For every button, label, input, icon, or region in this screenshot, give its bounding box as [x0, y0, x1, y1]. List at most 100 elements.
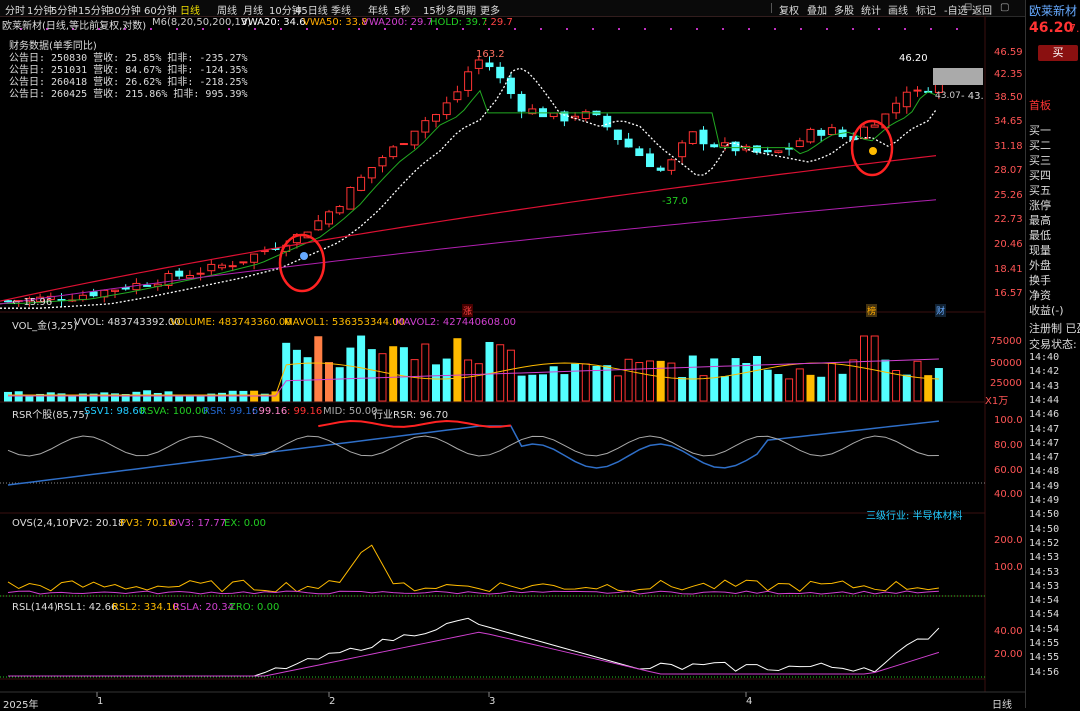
tab-10[interactable]: 45日线 [295, 2, 328, 17]
quote-row-0: 买一 [1029, 124, 1051, 137]
volume-bar [346, 347, 355, 402]
buy-button[interactable]: 买 [1038, 45, 1078, 61]
volume-bar [870, 335, 879, 402]
candle-body [346, 187, 355, 210]
marker-zhang[interactable]: 涨 [462, 304, 474, 317]
rsr-industry: 三级行业: 半导体材料 [866, 511, 963, 522]
signal-dot [254, 28, 256, 30]
stock-change: 7.3 [1069, 22, 1080, 35]
candle-body [678, 142, 687, 158]
tab-3[interactable]: 15分钟 [78, 2, 111, 17]
signal-dot [176, 28, 178, 30]
volume-bar [742, 362, 751, 402]
price-tick: 18.41 [994, 264, 1023, 275]
price-tick: 34.65 [994, 116, 1023, 127]
xaxis-label: 1 [97, 696, 104, 707]
signal-dot [618, 28, 620, 30]
candle-body [624, 138, 633, 148]
volume-bar [528, 374, 537, 402]
toolbar-button-3[interactable]: 统计 [861, 2, 881, 17]
signal-dot [228, 28, 230, 30]
signal-dot [410, 28, 412, 30]
tab-4[interactable]: 30分钟 [108, 2, 141, 17]
candle-body [239, 261, 248, 264]
limit-tag: 首板 [1029, 99, 1051, 112]
signal-dot [644, 28, 646, 30]
tick-time-21: 14:55 [1029, 652, 1060, 664]
tab-1[interactable]: 1分钟 [27, 2, 53, 17]
rsr-rsr3: : 99.16 [287, 406, 323, 417]
signal-dot [930, 28, 932, 30]
rsl-zro: ZRO: 0.00 [229, 602, 280, 613]
signal-dot [956, 28, 958, 30]
tab-13[interactable]: 5秒 [394, 2, 410, 17]
toolbar-button-7[interactable]: 返回 [972, 2, 992, 17]
tab-8[interactable]: 月线 [243, 2, 263, 17]
signal-dot [904, 28, 906, 30]
rsr-line [7, 420, 939, 486]
volume-bar [785, 378, 794, 402]
rsr-ind: 行业RSR: 96.70 [373, 410, 449, 421]
xaxis-label: 2025年 [3, 700, 39, 711]
candle-body [432, 114, 440, 122]
rsr-tick: 60.00 [994, 465, 1023, 476]
volume-bar [517, 375, 526, 402]
quote-row-14: 交易状态: 间 [1029, 338, 1080, 351]
vol-mavol1: MAVOL1: 536353344.00 [284, 317, 406, 328]
signal-dot [566, 28, 568, 30]
volume-bar [646, 360, 654, 402]
tab-15[interactable]: 多周期 [446, 2, 476, 17]
tab-0[interactable]: 分时 [5, 2, 25, 17]
candle-body [496, 66, 505, 79]
quote-row-6: 最高 [1029, 214, 1051, 227]
candle-body [175, 270, 184, 277]
tab-2[interactable]: 5分钟 [51, 2, 77, 17]
window-icon-1[interactable]: ⊟ [964, 2, 972, 13]
period-toolbar: 分时 1分钟 5分钟 15分钟 30分钟 60分钟 日线 周线 月线 10分钟 45日线 季线 年线 5秒… [0, 0, 1080, 17]
marker-cai[interactable]: 财 [935, 304, 947, 317]
candle-body [870, 124, 879, 128]
signal-dot [488, 28, 490, 30]
candle-body [688, 131, 697, 144]
volume-bar [635, 362, 644, 402]
volume-bar [571, 363, 580, 402]
volume-bar [731, 358, 740, 402]
toolbar-button-1[interactable]: 叠加 [807, 2, 827, 17]
tab-14[interactable]: 15秒 [423, 2, 446, 17]
mavol1-line [8, 362, 939, 396]
volume-bar [4, 391, 12, 402]
candle-body [485, 62, 494, 68]
rsl-tick: 40.00 [994, 626, 1023, 637]
toolbar-button-5[interactable]: 标记 [916, 2, 936, 17]
toolbar-button-4[interactable]: 画线 [888, 2, 908, 17]
tab-16[interactable]: 更多 [480, 2, 500, 17]
rsl-tick: 20.00 [994, 649, 1023, 660]
vol-tick: 50000 [990, 358, 1022, 369]
tab-11[interactable]: 季线 [331, 2, 351, 17]
vol-unit: X1万 [985, 396, 1009, 407]
tick-time-19: 14:54 [1029, 623, 1060, 635]
quote-row-3: 买四 [1029, 169, 1051, 182]
signal-dot [462, 28, 464, 30]
tab-5[interactable]: 60分钟 [144, 2, 177, 17]
tab-6[interactable]: 日线 [180, 2, 200, 17]
stock-name: 欧莱新材 [1029, 4, 1078, 18]
toolbar-button-2[interactable]: 多股 [834, 2, 854, 17]
tick-time-9: 14:49 [1029, 480, 1060, 492]
tick-time-3: 14:44 [1029, 394, 1060, 406]
volume-bar [100, 392, 109, 402]
quote-row-1: 买二 [1029, 139, 1051, 152]
tab-7[interactable]: 周线 [217, 2, 237, 17]
candle-body [827, 127, 836, 136]
marker-bang[interactable]: 榜 [866, 304, 878, 317]
window-icon-2[interactable]: ▢ [1000, 2, 1009, 13]
ovs-pv2: PV2: 20.18 [70, 518, 125, 529]
low-label: -37.0 [662, 196, 688, 207]
price-tick: 16.57 [994, 288, 1023, 299]
toolbar-button-0[interactable]: 复权 [779, 2, 799, 17]
tick-time-20: 14:55 [1029, 638, 1060, 649]
price-tick: 46.59 [994, 47, 1023, 58]
signal-dot [384, 28, 386, 30]
tab-12[interactable]: 年线 [368, 2, 388, 17]
candle-body [421, 120, 430, 133]
